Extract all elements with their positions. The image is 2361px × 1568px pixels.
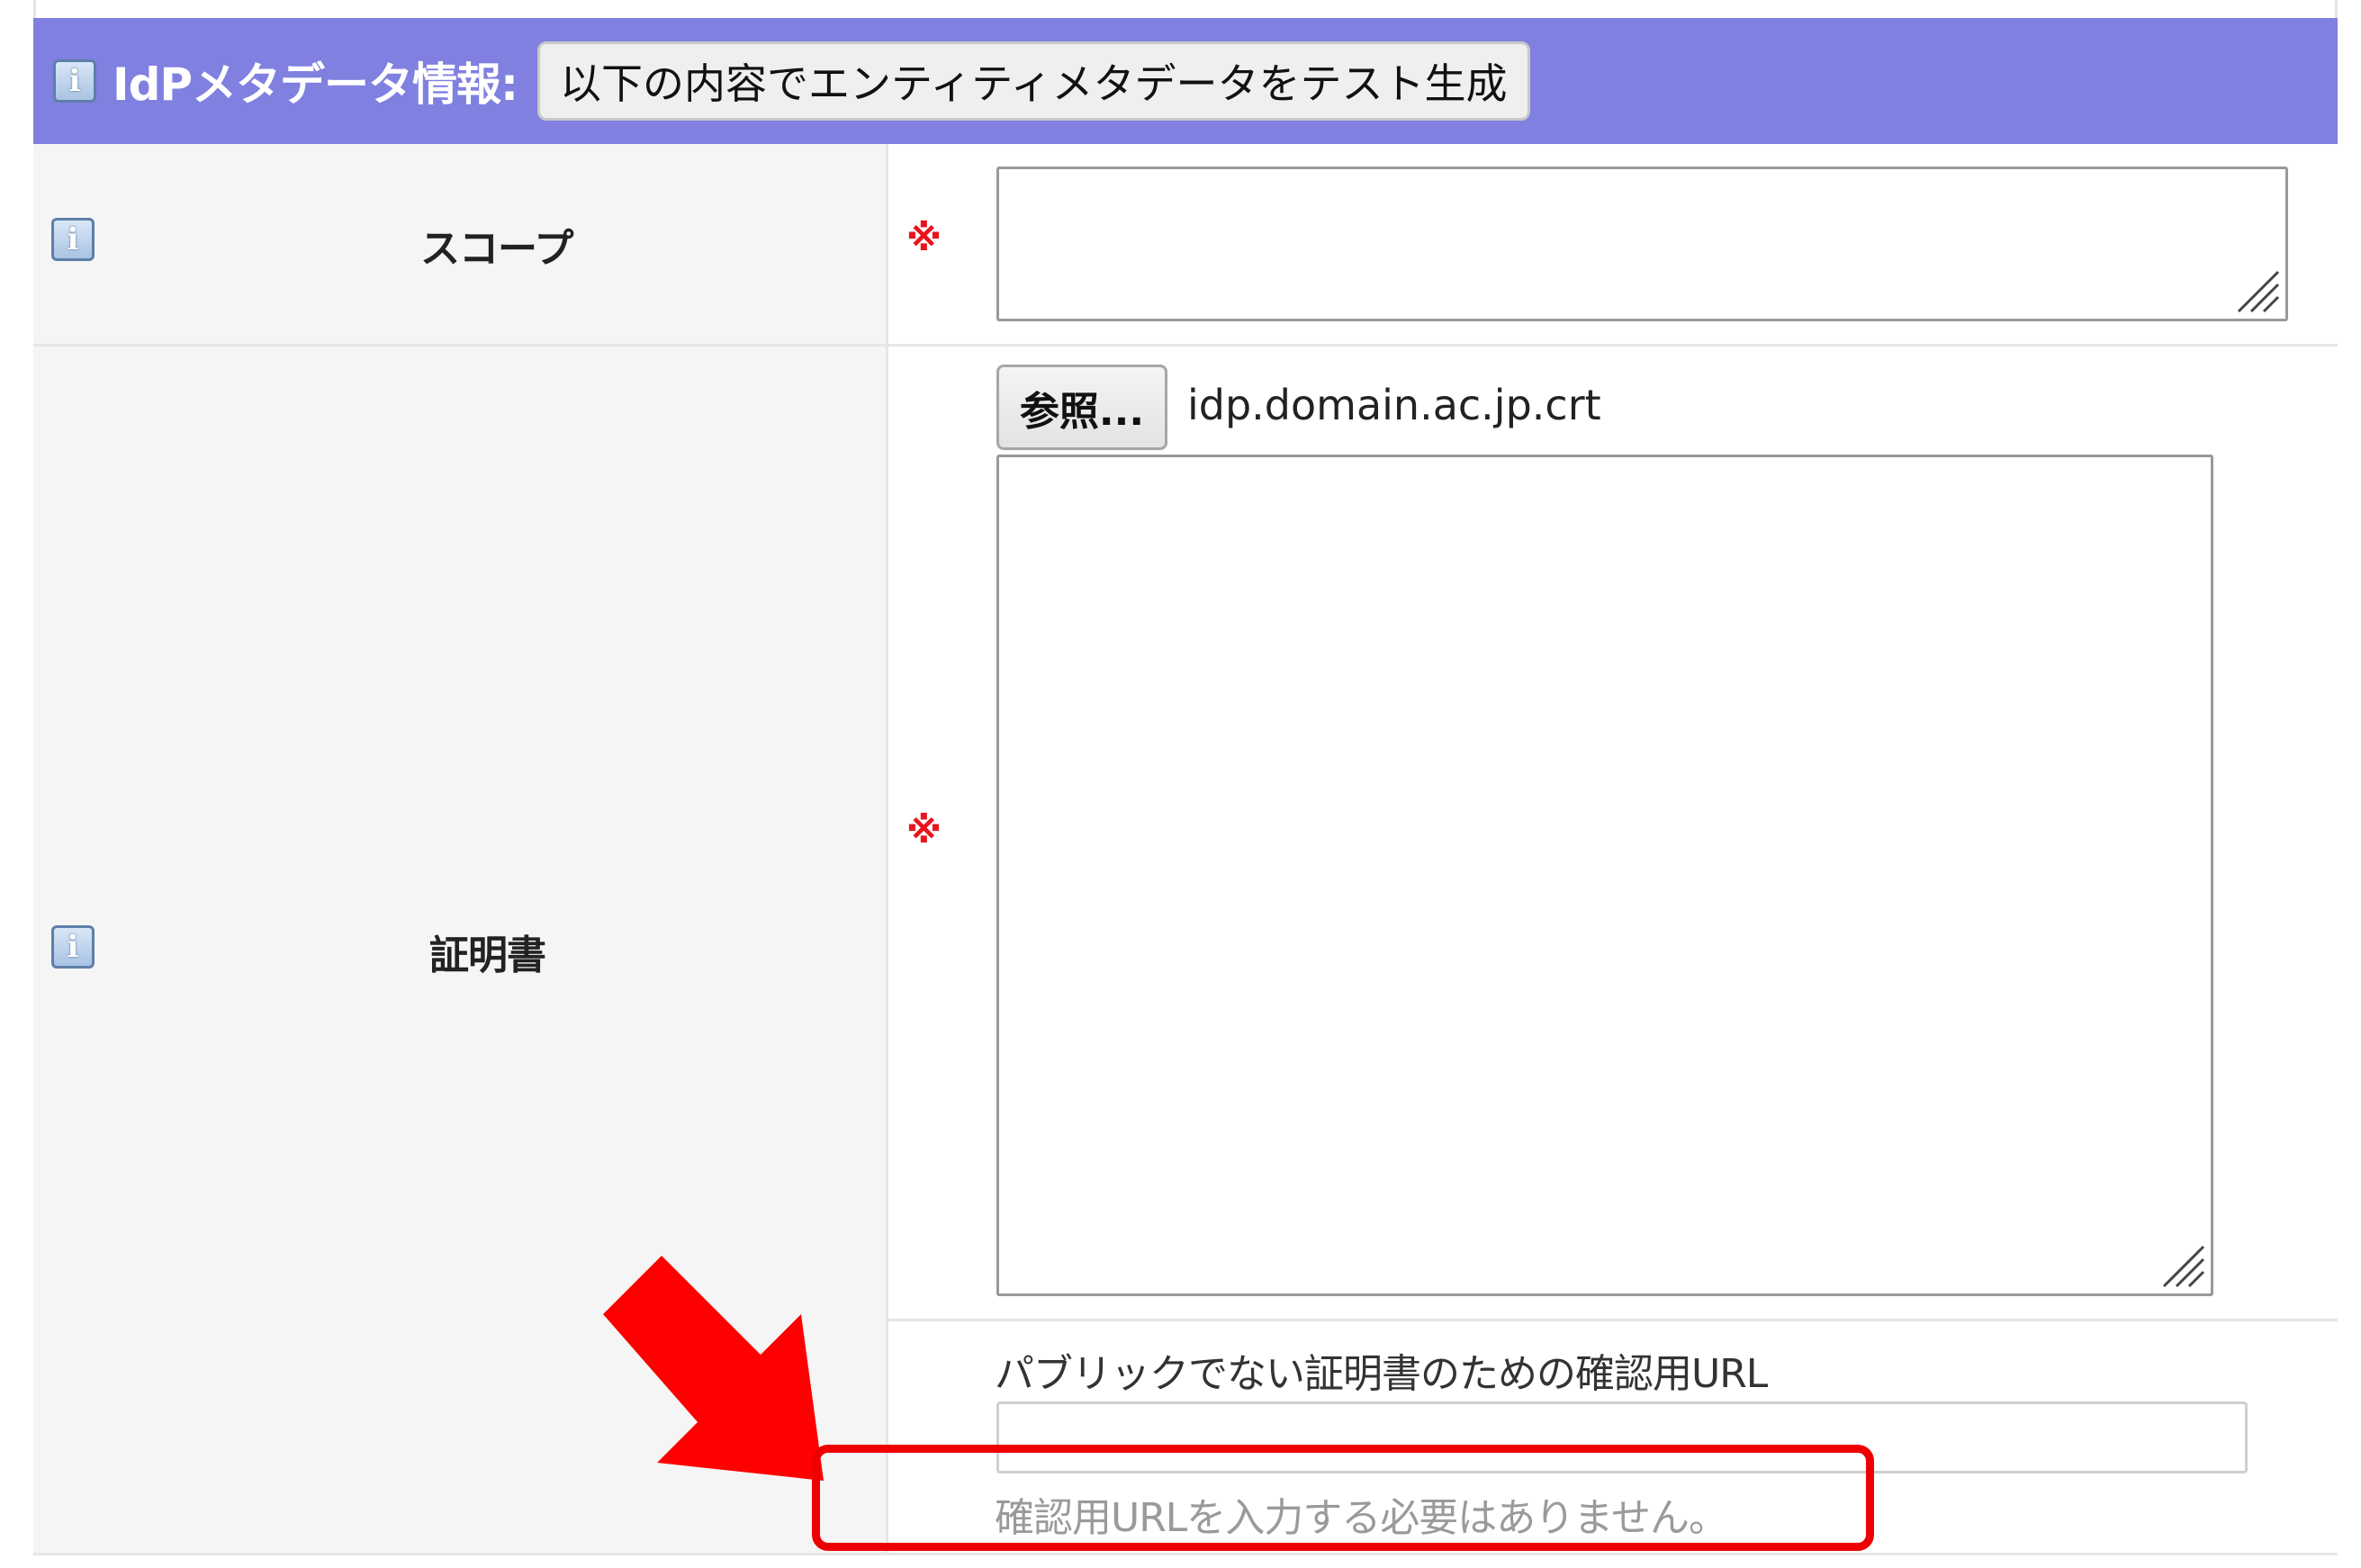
scope-textarea[interactable] <box>996 167 2288 321</box>
scope-label-cell: i スコープ <box>33 144 888 344</box>
resize-grip-icon[interactable] <box>2157 1239 2207 1290</box>
required-mark: ※ <box>906 218 942 259</box>
certificate-label: 証明書 <box>429 933 546 978</box>
required-mark: ※ <box>906 810 942 852</box>
red-arrow-annotation <box>603 1256 824 1481</box>
selected-file-name: idp.domain.ac.jp.crt <box>1187 381 1601 429</box>
certificate-row: i 証明書 ※ 参照... idp.domain.ac.jp.crt パブリック… <box>33 347 2338 1553</box>
scope-row: i スコープ ※ <box>33 144 2338 347</box>
info-icon[interactable]: i <box>51 218 95 261</box>
red-highlight-box <box>812 1445 1874 1551</box>
certificate-textarea[interactable] <box>996 455 2213 1296</box>
divider <box>888 1319 2338 1321</box>
scope-label: スコープ <box>420 226 573 272</box>
browse-file-button[interactable]: 参照... <box>996 365 1167 450</box>
info-icon[interactable]: i <box>53 59 96 103</box>
generate-metadata-button[interactable]: 以下の内容でエンティティメタデータをテスト生成 <box>537 41 1530 121</box>
idp-metadata-header: i IdPメタデータ情報: 以下の内容でエンティティメタデータをテスト生成 <box>33 18 2338 144</box>
verification-url-label: パブリックでない証明書のための確認用URL <box>995 1351 1768 1397</box>
info-icon-glyph: i <box>67 929 79 965</box>
info-icon-glyph: i <box>68 63 81 99</box>
panel-top-border <box>33 0 2338 18</box>
section-title: IdPメタデータ情報: <box>113 59 518 111</box>
info-icon-glyph: i <box>67 221 79 257</box>
panel-bottom-border <box>33 1553 2338 1568</box>
resize-grip-icon[interactable] <box>2231 265 2282 315</box>
info-icon[interactable]: i <box>51 925 95 969</box>
